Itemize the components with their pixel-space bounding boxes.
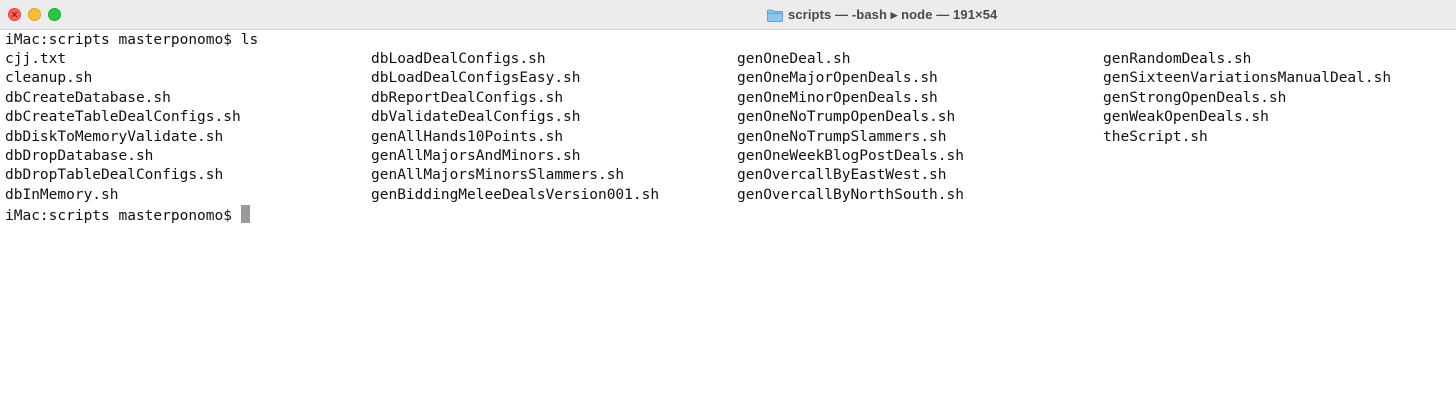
file-entry: dbDiskToMemoryValidate.sh (5, 128, 224, 145)
file-entry: dbReportDealConfigs.sh (371, 89, 564, 106)
file-entry: dbCreateDatabase.sh (5, 89, 171, 106)
file-entry: dbLoadDealConfigsEasy.sh (371, 70, 581, 87)
file-entry: dbCreateTableDealConfigs.sh (5, 109, 241, 126)
file-entry: genOneNoTrumpSlammers.sh (737, 128, 947, 145)
current-prompt-line[interactable]: iMac:scripts masterponomo$ (5, 205, 250, 224)
file-entry: genAllHands10Points.sh (371, 128, 564, 145)
file-entry: genOneMinorOpenDeals.sh (737, 89, 938, 106)
command-line: iMac:scripts masterponomo$ ls (5, 31, 258, 50)
file-entry: dbValidateDealConfigs.sh (371, 109, 581, 126)
minimize-button[interactable] (28, 8, 41, 21)
file-entry: genOneDeal.sh (737, 51, 851, 67)
file-entry: genWeakOpenDeals.sh (1103, 109, 1269, 126)
file-entry: dbInMemory.sh (5, 186, 119, 203)
file-entry: genAllMajorsMinorsSlammers.sh (371, 167, 625, 184)
maximize-button[interactable] (48, 8, 61, 21)
file-entry: genRandomDeals.sh (1103, 51, 1252, 67)
close-icon (12, 12, 17, 17)
file-entry: genBiddingMeleeDealsVersion001.sh (371, 186, 660, 203)
title-bar[interactable]: scripts — -bash ▸ node — 191×54 (0, 0, 1456, 30)
file-entry: genOneMajorOpenDeals.sh (737, 70, 938, 87)
file-entry: genOneWeekBlogPostDeals.sh (737, 148, 964, 164)
text-cursor (240, 205, 250, 223)
close-button[interactable] (8, 8, 21, 21)
terminal-content[interactable]: iMac:scripts masterponomo$ ls cjj.txt cle… (0, 30, 1456, 410)
window-title: scripts — -bash ▸ node — 191×54 (788, 7, 998, 22)
shell-prompt: iMac:scripts masterponomo$ (5, 32, 232, 48)
file-entry: genOneNoTrumpOpenDeals.sh (737, 109, 956, 126)
file-entry: dbLoadDealConfigs.sh (371, 51, 546, 67)
file-entry: genOvercallByEastWest.sh (737, 167, 947, 184)
file-entry: genOvercallByNorthSouth.sh (737, 186, 964, 203)
file-entry: cjj.txt (5, 51, 67, 67)
file-entry: dbDropDatabase.sh (5, 148, 154, 164)
window-title-group: scripts — -bash ▸ node — 191×54 (767, 6, 997, 24)
file-entry: theScript.sh (1103, 128, 1208, 145)
file-entry: genAllMajorsAndMinors.sh (371, 148, 581, 164)
terminal-window: scripts — -bash ▸ node — 191×54 iMac:scr… (0, 0, 1456, 410)
folder-icon (767, 9, 783, 22)
typed-command: ls (240, 32, 259, 48)
file-entry: dbDropTableDealConfigs.sh (5, 167, 224, 184)
shell-prompt: iMac:scripts masterponomo$ (5, 208, 232, 224)
file-entry: genStrongOpenDeals.sh (1103, 89, 1287, 106)
file-entry: cleanup.sh (5, 70, 93, 87)
file-entry: genSixteenVariationsManualDeal.sh (1103, 70, 1392, 87)
